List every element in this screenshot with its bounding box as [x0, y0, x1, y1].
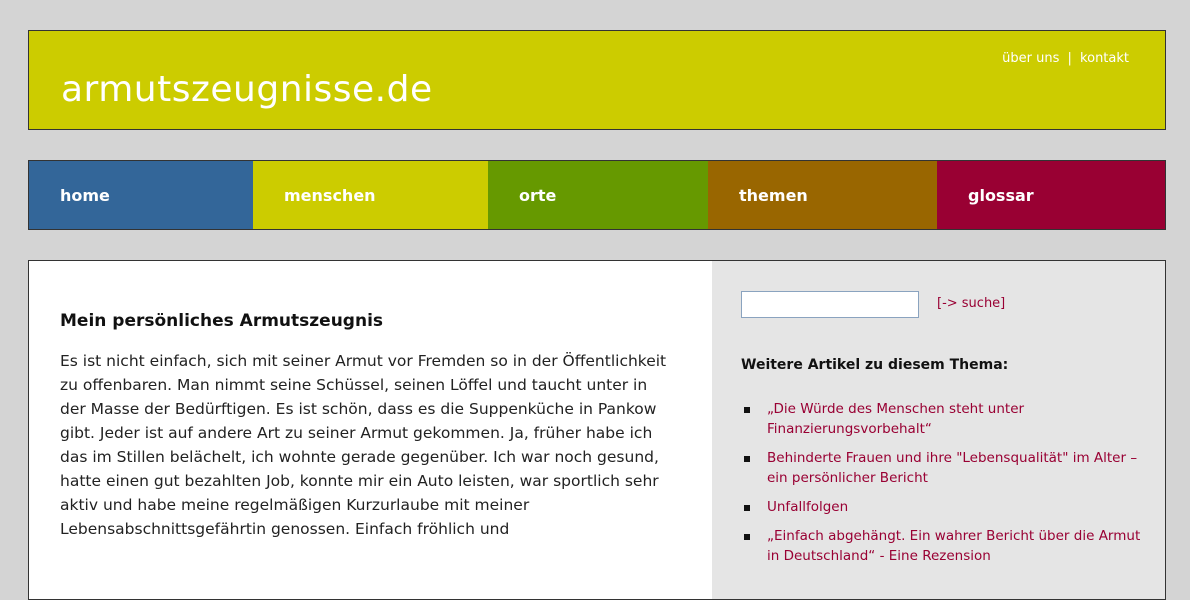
article-title: Mein persönliches Armutszeugnis	[60, 311, 384, 331]
related-articles-list: „Die Würde des Menschen steht unter Fina…	[741, 399, 1141, 575]
bullet-icon	[744, 456, 750, 462]
nav-item-orte[interactable]: orte	[488, 161, 708, 229]
bullet-icon	[744, 505, 750, 511]
nav-item-themen[interactable]: themen	[708, 161, 937, 229]
related-article-link[interactable]: „Einfach abgehängt. Ein wahrer Bericht ü…	[767, 528, 1140, 564]
list-item: Unfallfolgen	[741, 497, 1141, 517]
related-articles-heading: Weitere Artikel zu diesem Thema:	[741, 357, 1009, 373]
list-item: „Einfach abgehängt. Ein wahrer Bericht ü…	[741, 526, 1141, 566]
search-input[interactable]	[741, 291, 919, 318]
nav-item-menschen[interactable]: menschen	[253, 161, 488, 229]
about-link[interactable]: über uns	[1002, 51, 1059, 66]
article-body: Es ist nicht einfach, sich mit seiner Ar…	[60, 352, 667, 538]
search-link[interactable]: [-> suche]	[937, 296, 1005, 311]
contact-link[interactable]: kontakt	[1080, 51, 1129, 66]
top-links: über uns | kontakt	[1002, 51, 1129, 66]
site-header: armutszeugnisse.de über uns | kontakt	[28, 30, 1166, 130]
bullet-icon	[744, 407, 750, 413]
sidebar: [-> suche] Weitere Artikel zu diesem The…	[712, 261, 1165, 599]
related-article-link[interactable]: Unfallfolgen	[767, 499, 848, 515]
top-links-separator: |	[1067, 51, 1072, 66]
content-area: Mein persönliches Armutszeugnis Es ist n…	[28, 260, 1166, 600]
list-item: „Die Würde des Menschen steht unter Fina…	[741, 399, 1141, 439]
site-title[interactable]: armutszeugnisse.de	[61, 69, 433, 110]
list-item: Behinderte Frauen und ihre "Lebensqualit…	[741, 448, 1141, 488]
nav-item-glossar[interactable]: glossar	[937, 161, 1165, 229]
nav-item-home[interactable]: home	[29, 161, 253, 229]
main-column: Mein persönliches Armutszeugnis Es ist n…	[29, 261, 712, 599]
bullet-icon	[744, 534, 750, 540]
related-article-link[interactable]: „Die Würde des Menschen steht unter Fina…	[767, 401, 1024, 437]
related-article-link[interactable]: Behinderte Frauen und ihre "Lebensqualit…	[767, 450, 1137, 486]
main-navigation: home menschen orte themen glossar	[28, 160, 1166, 230]
